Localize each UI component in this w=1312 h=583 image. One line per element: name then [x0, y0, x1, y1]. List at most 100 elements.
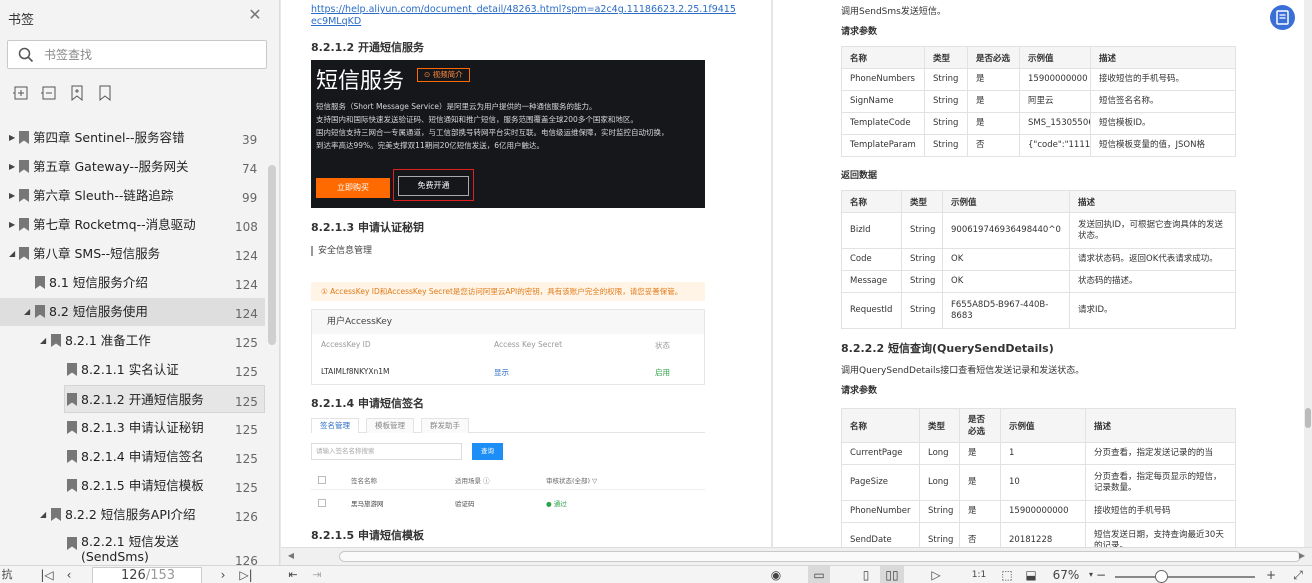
table-cell: 是 — [959, 464, 1001, 501]
bookmark-item-selected[interactable]: ◢ 8.2 短信服务使用 124 — [0, 298, 265, 326]
scroll-left-icon[interactable]: ◀ — [285, 550, 297, 562]
table-header-row: 名称 类型 是否必选 示例值 描述 — [841, 408, 1236, 443]
bookmark-item[interactable]: 8.2.1.3 申请认证秘钥 125 — [0, 414, 265, 442]
bookmark-label: 8.2.1.5 申请短信模板 — [81, 478, 204, 493]
zoom-in-icon[interactable]: + — [1264, 566, 1278, 583]
add-bookmark-icon[interactable] — [68, 84, 86, 102]
document-viewer[interactable]: https://help.aliyun.com/document_detail/… — [281, 0, 1304, 547]
column-header: 名称 — [841, 190, 902, 213]
fullscreen-icon[interactable]: ⤢ — [1290, 566, 1306, 583]
assistant-icon[interactable] — [1270, 5, 1295, 30]
table-header-row: 名称 类型 示例值 描述 — [841, 190, 1236, 213]
continuous-view-icon[interactable]: ▯ — [858, 566, 874, 583]
tab-sign-management: 签名管理 — [311, 418, 359, 433]
section-heading: 8.2.1.5 申请短信模板 — [311, 529, 424, 542]
sidebar-scrollbar[interactable] — [268, 165, 276, 345]
collapse-arrow-icon[interactable]: ◢ — [24, 307, 32, 317]
doc-link[interactable]: https://help.aliyun.com/document_detail/… — [311, 4, 741, 28]
table-row: BizId String 900619746936498440^0 发送回执ID，可根… — [841, 212, 1236, 249]
query-params-table: 名称 类型 是否必选 示例值 描述 CurrentPage Long 是 1 分页查看，… — [841, 408, 1236, 547]
zoom-slider[interactable] — [1115, 576, 1255, 578]
collapse-arrow-icon[interactable]: ◢ — [40, 510, 48, 520]
fit-page-icon[interactable]: ⬚ — [998, 566, 1016, 583]
table-cell: 15900000000 — [1019, 68, 1091, 91]
table-cell: PageSize — [841, 464, 920, 501]
bookmark-page: 108 — [235, 220, 258, 234]
zoom-slider-knob[interactable] — [1155, 570, 1168, 583]
bookmark-item[interactable]: ▶ 第六章 Sleuth--链路追踪 99 — [0, 182, 265, 210]
table-cell: 900619746936498440^0 — [942, 212, 1070, 249]
table-row: Code String OK 请求状态码。返回OK代表请求成功。 — [841, 248, 1236, 271]
fit-width-icon[interactable]: ⬓ — [1022, 566, 1040, 583]
actual-size-icon[interactable]: 1:1 — [970, 566, 988, 583]
expand-arrow-icon[interactable]: ▶ — [9, 220, 17, 230]
pdf-page-right: 调用SendSms发送短信。 请求参数 名称 类型 是否必选 示例值 描述 Ph… — [773, 0, 1304, 547]
bookmark-item[interactable]: 8.2.1.1 实名认证 125 — [0, 356, 265, 384]
first-page-icon[interactable]: |◁ — [40, 566, 54, 583]
eye-mode-icon[interactable]: ◉ — [766, 566, 786, 583]
collapse-all-icon[interactable] — [40, 84, 58, 102]
bookmark-item[interactable]: ◢ 8.2.1 准备工作 125 — [0, 327, 265, 355]
forward-icon[interactable]: ⇥ — [309, 566, 325, 583]
zoom-out-icon[interactable]: − — [1094, 566, 1108, 583]
bookmark-item[interactable]: 8.2.1.4 申请短信签名 125 — [0, 443, 265, 471]
vertical-scrollbar[interactable] — [1304, 0, 1312, 547]
bookmark-label: 8.2.1.4 申请短信签名 — [81, 449, 204, 464]
table-cell: RequestId — [841, 292, 902, 329]
column-header: 签名名称 — [351, 477, 377, 485]
last-page-icon[interactable]: ▷| — [238, 566, 254, 583]
table-header-row: 名称 类型 是否必选 示例值 描述 — [841, 46, 1236, 69]
collapse-arrow-icon[interactable]: ◢ — [40, 336, 48, 346]
scroll-thumb[interactable] — [339, 551, 1301, 562]
column-header: 名称 — [841, 46, 925, 69]
bookmark-item[interactable]: ◢ 8.2.2 短信服务API介绍 126 — [0, 501, 265, 529]
scroll-right-icon[interactable]: ▶ — [1296, 550, 1308, 562]
bookmark-item[interactable]: 8.2.2.1 短信发送(SendSms) 126 — [0, 530, 265, 565]
sign-scene: 验证码 — [455, 500, 475, 508]
bookmark-search-input[interactable] — [44, 45, 259, 65]
bookmark-icon[interactable] — [96, 84, 114, 102]
bookmark-item[interactable]: ▶ 第七章 Rocketmq--消息驱动 108 — [0, 211, 265, 239]
expand-all-icon[interactable] — [12, 84, 30, 102]
next-page-icon[interactable]: › — [216, 566, 230, 583]
bookmark-item[interactable]: ▶ 第四章 Sentinel--服务容错 39 — [0, 124, 265, 152]
bookmark-item[interactable]: 8.2.1.5 申请短信模板 125 — [0, 472, 265, 500]
expand-arrow-icon[interactable]: ▶ — [9, 133, 17, 143]
prev-page-icon[interactable]: ‹ — [62, 566, 76, 583]
current-page[interactable]: 126 — [121, 568, 146, 583]
sign-status: ● 通过 — [546, 500, 567, 508]
column-header: 示例值 — [1000, 408, 1086, 443]
bookmark-item[interactable]: ◢ 第八章 SMS--短信服务 124 — [0, 240, 265, 268]
bookmark-page: 125 — [235, 395, 258, 409]
bookmark-label: 8.2.1 准备工作 — [65, 333, 151, 348]
bookmark-item[interactable]: ▶ 第五章 Gateway--服务网关 74 — [0, 153, 265, 181]
table-cell: String — [901, 248, 943, 271]
sign-table-header: 签名名称 适用场景 ⓘ 审核状态(全部) ▽ — [311, 470, 705, 490]
zoom-level[interactable]: 67% — [1046, 566, 1086, 583]
bookmark-label: 8.2.1.1 实名认证 — [81, 362, 179, 377]
scroll-thumb[interactable] — [1305, 408, 1311, 428]
table-cell: SMS_153055065 — [1019, 112, 1091, 135]
single-page-view-icon[interactable]: ▭ — [808, 566, 830, 583]
two-page-view-icon[interactable]: ▯▯ — [880, 566, 904, 583]
close-icon[interactable]: ✕ — [246, 6, 264, 24]
bookmark-item[interactable]: 8.1 短信服务介绍 124 — [0, 269, 265, 297]
back-icon[interactable]: ⇤ — [285, 566, 301, 583]
column-header: AccessKey ID — [321, 340, 371, 349]
horizontal-scrollbar[interactable]: ◀ ▶ — [281, 547, 1312, 565]
play-icon[interactable]: ▷ — [927, 566, 945, 583]
table-cell: BizId — [841, 212, 902, 249]
collapse-arrow-icon[interactable]: ◢ — [9, 249, 17, 259]
bookmark-item-hovered[interactable]: 8.2.1.2 开通短信服务 125 — [64, 385, 265, 413]
table-row: SignName String 是阿里云 短信签名名称。 — [841, 90, 1236, 113]
free-activate-button: 免费开通 — [398, 176, 469, 196]
expand-arrow-icon[interactable]: ▶ — [9, 191, 17, 201]
bookmark-search-box[interactable] — [7, 40, 267, 69]
table-cell: 短信模板变量的值，JSON格 — [1090, 134, 1236, 157]
table-cell: 发送回执ID，可根据它查询具体的发送状态。 — [1069, 212, 1236, 249]
request-params-table: 名称 类型 是否必选 示例值 描述 PhoneNumbers String 是 159… — [841, 46, 1236, 157]
search-icon — [18, 47, 34, 63]
bookmark-page: 126 — [235, 554, 258, 565]
page-number-field[interactable]: 126/153 — [92, 567, 202, 583]
expand-arrow-icon[interactable]: ▶ — [9, 162, 17, 172]
